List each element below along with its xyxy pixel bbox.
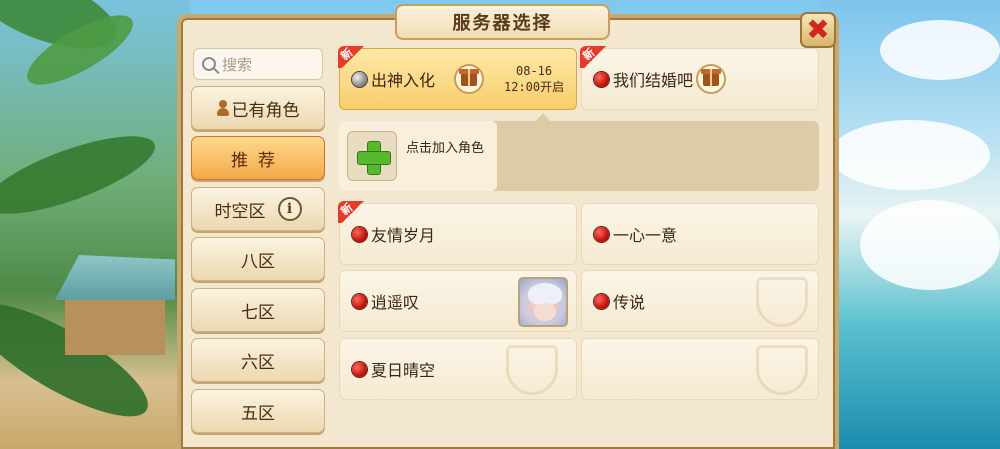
close-button[interactable]: ✖ [800,12,836,48]
selection-pointer [536,113,550,121]
open-date: 08-16 [516,64,553,78]
cloud [880,20,1000,80]
sidebar-item-existing-roles[interactable]: 已有角色 [191,86,325,130]
gift-icon[interactable] [696,64,726,94]
title-text: 服务器选择 [452,13,553,34]
new-badge: 新 [338,201,368,223]
server-card-empty [581,338,819,400]
sidebar-item-label: 六区 [241,352,275,373]
background-island [0,0,190,449]
server-status-dot [352,226,367,242]
person-icon [216,100,229,116]
server-name: 夏日晴空 [371,361,436,380]
server-name: 出神入化 [371,71,436,90]
server-card-chushenruhua[interactable]: 新 出神入化 08-16 12:00开启 [338,46,577,110]
server-name: 友情岁月 [371,226,436,245]
sidebar-item-label: 七区 [241,302,275,323]
server-card-yixinyiyi[interactable]: 一心一意 [581,203,819,265]
sidebar-item-label: 八区 [241,251,275,272]
search-placeholder: 搜索 [222,55,253,74]
server-open-time: 08-16 12:00开启 [504,63,564,95]
sidebar-item-zone-8[interactable]: 八区 [191,237,325,281]
server-name: 我们结婚吧 [613,71,694,90]
crest-watermark-icon [506,345,558,395]
avatar [518,277,568,327]
server-status-dot [352,293,367,309]
open-time: 12:00开启 [504,80,565,94]
hut [55,255,175,355]
sidebar: 搜索 已有角色 推荐 时空区 i 八区 七区 六区 五区 [189,46,327,449]
server-status-dot [352,71,367,87]
palm-leaf [0,120,164,230]
sidebar-item-label: 五区 [241,403,275,424]
sidebar-item-label: 已有角色 [231,100,300,121]
sidebar-item-label: 时空区 [214,201,266,222]
search-input[interactable]: 搜索 [193,48,323,80]
server-status-dot [594,71,609,87]
server-status-dot [594,226,609,242]
plus-icon [347,131,397,181]
search-icon [202,57,216,71]
sidebar-item-spacetime[interactable]: 时空区 i [191,187,325,231]
server-status-dot [352,361,367,377]
sidebar-item-zone-5[interactable]: 五区 [191,389,325,433]
server-name: 一心一意 [613,226,678,245]
cloud [860,200,1000,290]
server-card-xiaoyaotan[interactable]: 逍遥叹 [339,270,577,332]
role-slot-area: 点击加入角色 [339,121,819,191]
crest-watermark-icon [756,345,808,395]
sidebar-item-recommended[interactable]: 推荐 [191,136,325,180]
crest-watermark-icon [756,277,808,327]
add-role-button[interactable]: 点击加入角色 [339,121,497,191]
new-badge: 新 [338,46,368,68]
sidebar-item-zone-7[interactable]: 七区 [191,288,325,332]
add-role-label: 点击加入角色 [406,141,485,156]
server-name: 传说 [613,293,646,312]
new-badge: 新 [580,46,610,68]
cloud [830,120,990,190]
server-name: 逍遥叹 [371,293,420,312]
close-icon: ✖ [806,13,830,46]
sidebar-item-label: 推荐 [231,150,285,171]
page-title: 服务器选择 [395,4,610,40]
gift-icon[interactable] [454,64,484,94]
server-card-womenjiehunba[interactable]: 新 我们结婚吧 [580,46,819,110]
background-sea [820,0,1000,449]
info-icon[interactable]: i [277,197,302,221]
server-card-xiariqingkong[interactable]: 夏日晴空 [339,338,577,400]
server-card-chuanshuo[interactable]: 传说 [581,270,819,332]
server-status-dot [594,293,609,309]
server-card-youqingsuiyue[interactable]: 新 友情岁月 [338,201,577,265]
sidebar-item-zone-6[interactable]: 六区 [191,338,325,382]
